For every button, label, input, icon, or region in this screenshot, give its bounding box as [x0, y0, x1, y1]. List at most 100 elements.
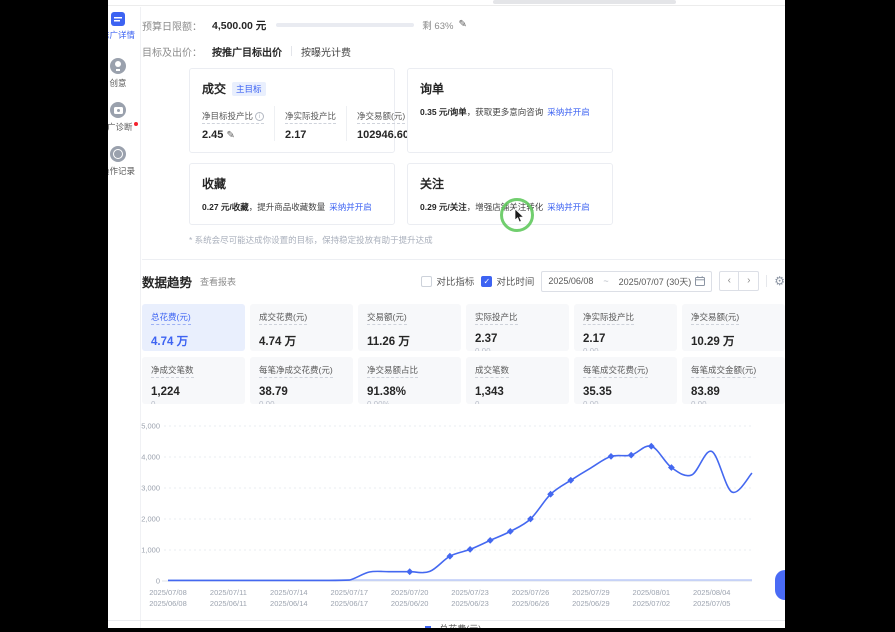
- metric-card[interactable]: 每笔成交花费(元)35.350.00: [574, 357, 677, 404]
- notification-dot: [134, 122, 138, 126]
- trend-title: 数据趋势: [142, 272, 192, 291]
- svg-text:2025/07/26: 2025/07/26: [512, 588, 550, 597]
- metric-card[interactable]: 净成交笔数1,2240: [142, 357, 245, 404]
- legend-marker: [425, 626, 431, 628]
- goal-card-title: 收藏: [202, 175, 226, 192]
- metric-card[interactable]: 交易额(元)11.26 万0.00: [358, 304, 461, 351]
- promo-detail-icon: [111, 12, 125, 26]
- goal-card-favorite[interactable]: 收藏 0.27 元/收藏，提升商品收藏数量采纳并开启: [189, 163, 395, 225]
- top-strip: [108, 0, 785, 6]
- svg-text:2025/06/29: 2025/06/29: [572, 599, 610, 608]
- next-period-button[interactable]: ›: [739, 271, 759, 291]
- horizontal-scrollbar[interactable]: [493, 0, 676, 4]
- svg-text:4,000: 4,000: [141, 453, 160, 462]
- date-range-input[interactable]: 2025/06/08 ~ 2025/07/07 (30天): [541, 271, 712, 292]
- svg-text:2025/06/14: 2025/06/14: [270, 599, 308, 608]
- checkbox-unchecked[interactable]: [421, 276, 432, 287]
- sidebar: 推广详情 创意 推广诊断 操作记录: [108, 7, 141, 628]
- daily-budget-row: 预算日限额： 4,500.00 元 剩 63% ✎: [142, 17, 785, 33]
- adopt-enable-link[interactable]: 采纳并开启: [547, 202, 590, 212]
- legend-label: 总花费(元): [439, 624, 481, 628]
- info-icon[interactable]: i: [255, 112, 264, 121]
- metric-card[interactable]: 净实际投产比2.170.00: [574, 304, 677, 351]
- goal-card-title: 关注: [420, 175, 444, 192]
- budget-amount: 4,500.00 元: [212, 18, 266, 33]
- stat-target-roi: 净目标投产比i 2.45 ✎: [202, 106, 274, 141]
- sidebar-item-label: 推广诊断: [108, 122, 133, 132]
- sidebar-item-diagnosis[interactable]: 推广诊断: [108, 102, 141, 133]
- divider: [291, 46, 292, 56]
- camera-icon: [110, 102, 126, 118]
- adopt-enable-link[interactable]: 采纳并开启: [547, 107, 590, 117]
- metric-card[interactable]: 净交易额(元)10.29 万0.00: [682, 304, 785, 351]
- goal-note: * 系统会尽可能达成你设置的目标，保持稳定投放有助于提升达成: [189, 234, 785, 246]
- compare-metric-checkbox[interactable]: 对比指标: [421, 274, 474, 288]
- edit-roi-icon[interactable]: ✎: [226, 130, 234, 141]
- svg-text:2025/07/14: 2025/07/14: [270, 588, 308, 597]
- goal-bid-row: 目标及出价： 按推广目标出价 按曝光计费: [142, 44, 785, 58]
- metric-card[interactable]: 每笔净成交花费(元)38.790.00: [250, 357, 353, 404]
- metric-card[interactable]: 每笔成交金额(元)83.890.00: [682, 357, 785, 404]
- side-panel-toggle[interactable]: [775, 570, 785, 600]
- mouse-cursor: [514, 209, 526, 223]
- sidebar-item-label: 操作记录: [108, 165, 135, 177]
- goal-card-title: 成交: [202, 80, 226, 97]
- gear-icon[interactable]: ⚙: [774, 274, 785, 288]
- svg-text:2,000: 2,000: [141, 515, 160, 524]
- svg-text:2025/06/11: 2025/06/11: [210, 599, 247, 608]
- budget-label: 预算日限额：: [142, 18, 212, 33]
- bottom-divider: [108, 620, 785, 621]
- svg-text:2025/07/17: 2025/07/17: [330, 588, 368, 597]
- app-window: 推广详情 创意 推广诊断 操作记录 预算日限额： 4,500.00 元 剩 63…: [108, 0, 785, 628]
- main-content: 预算日限额： 4,500.00 元 剩 63% ✎ 目标及出价： 按推广目标出价…: [142, 7, 785, 628]
- svg-text:2025/08/04: 2025/08/04: [693, 588, 731, 597]
- metric-card[interactable]: 成交花费(元)4.74 万0.00: [250, 304, 353, 351]
- primary-goal-badge: 主目标: [232, 82, 266, 96]
- svg-text:5,000: 5,000: [141, 422, 160, 431]
- date-start: 2025/06/08: [548, 276, 593, 286]
- compare-time-checkbox[interactable]: ✓ 对比时间: [481, 274, 534, 288]
- checkbox-checked[interactable]: ✓: [481, 276, 492, 287]
- budget-progress-bar: [276, 23, 414, 27]
- metric-card[interactable]: 实际投产比2.370.00: [466, 304, 569, 351]
- goal-card-inquiry[interactable]: 询单 0.35 元/询单，获取更多意向咨询采纳并开启: [407, 68, 613, 153]
- metric-card[interactable]: 净交易额占比91.38%0.00%: [358, 357, 461, 404]
- goal-card-deal[interactable]: 成交 主目标 净目标投产比i 2.45 ✎ 净实际投产比 2.17 净交易额(元…: [189, 68, 395, 153]
- line-chart: 01,0002,0003,0004,0005,0002025/07/082025…: [138, 418, 768, 612]
- svg-text:0: 0: [156, 577, 160, 586]
- adopt-enable-link[interactable]: 采纳并开启: [329, 202, 372, 212]
- metric-card[interactable]: 成交笔数1,3430: [466, 357, 569, 404]
- section-divider: [142, 259, 785, 260]
- prev-period-button[interactable]: ‹: [719, 271, 739, 291]
- trend-header: 数据趋势 查看报表 对比指标 ✓ 对比时间 2025/06/08 ~ 2025/…: [142, 270, 785, 292]
- goal-bid-label: 目标及出价：: [142, 44, 212, 59]
- bid-option-by-goal[interactable]: 按推广目标出价: [212, 44, 282, 59]
- bulb-icon: [110, 58, 126, 74]
- svg-text:2025/06/23: 2025/06/23: [451, 599, 489, 608]
- svg-text:2025/07/20: 2025/07/20: [391, 588, 429, 597]
- calendar-icon: [695, 276, 705, 286]
- sidebar-item-creative[interactable]: 创意: [108, 58, 141, 89]
- sidebar-item-history[interactable]: 操作记录: [108, 146, 141, 177]
- bid-option-by-impression[interactable]: 按曝光计费: [301, 44, 351, 59]
- clock-icon: [110, 146, 126, 162]
- svg-text:2025/07/02: 2025/07/02: [633, 599, 671, 608]
- divider: [766, 275, 767, 287]
- goal-card-title: 询单: [420, 80, 444, 97]
- svg-text:2025/08/01: 2025/08/01: [633, 588, 671, 597]
- sidebar-item-label: 创意: [109, 77, 126, 89]
- metric-card-total-spend[interactable]: 总花费(元)4.74 万0.00: [142, 304, 245, 351]
- budget-remaining: 剩 63%: [422, 18, 453, 32]
- sidebar-item-promo-detail[interactable]: 推广详情: [108, 12, 141, 41]
- edit-budget-icon[interactable]: ✎: [458, 20, 466, 30]
- sidebar-item-label: 推广详情: [108, 29, 135, 41]
- trend-chart: 01,0002,0003,0004,0005,0002025/07/082025…: [138, 418, 785, 628]
- svg-text:2025/06/26: 2025/06/26: [512, 599, 550, 608]
- date-end: 2025/07/07 (30天): [619, 275, 692, 288]
- goal-cards: 成交 主目标 净目标投产比i 2.45 ✎ 净实际投产比 2.17 净交易额(元…: [189, 68, 613, 225]
- svg-text:1,000: 1,000: [141, 546, 160, 555]
- svg-text:3,000: 3,000: [141, 484, 160, 493]
- svg-text:2025/07/05: 2025/07/05: [693, 599, 731, 608]
- svg-text:2025/07/29: 2025/07/29: [572, 588, 610, 597]
- view-report-link[interactable]: 查看报表: [200, 275, 236, 288]
